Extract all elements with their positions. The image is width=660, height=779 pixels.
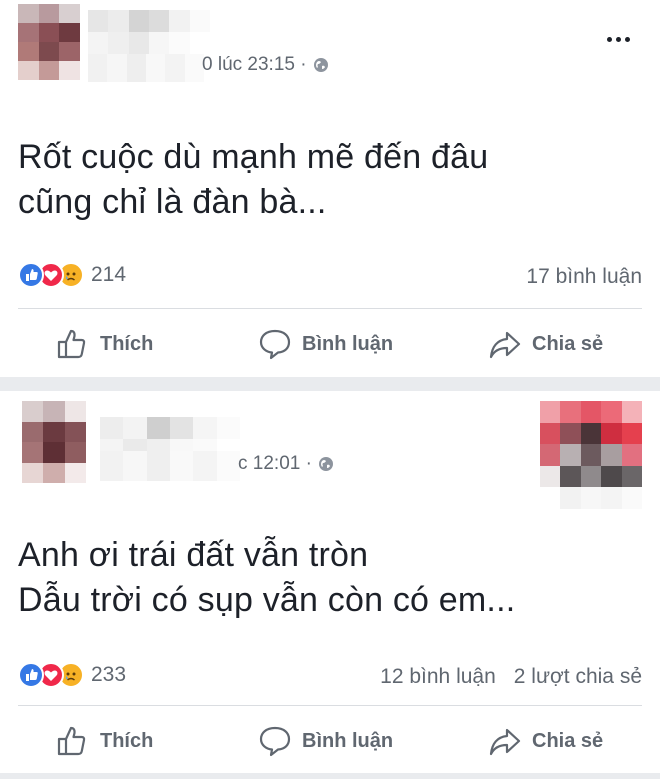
post-actions: Thích Bình luận Chia sẻ <box>0 324 660 364</box>
speech-bubble-icon <box>259 726 291 757</box>
post-text-line: Anh ơi trái đất vẫn tròn <box>18 536 369 574</box>
reaction-summary[interactable]: 214 <box>18 262 126 288</box>
comment-button[interactable]: Bình luận <box>258 324 393 364</box>
like-label: Thích <box>100 332 154 355</box>
avatar[interactable] <box>22 401 86 483</box>
timestamp-text: 0 lúc 23:15 · <box>202 54 307 75</box>
post-text-line: Dẫu trời có sụp vẫn còn có em... <box>18 581 516 619</box>
blurred-date <box>88 54 204 82</box>
divider <box>18 308 642 309</box>
reaction-count: 214 <box>91 263 127 286</box>
like-button[interactable]: Thích <box>56 324 153 364</box>
share-arrow-icon <box>489 728 521 756</box>
reaction-summary[interactable]: 233 <box>18 662 126 688</box>
globe-icon <box>313 58 328 72</box>
post-timestamp[interactable]: 0 lúc 23:15 · <box>202 54 329 76</box>
feed-separator <box>0 773 660 779</box>
post-text: Anh ơi trái đất vẫn tròn Dẫu trời có sụp… <box>18 533 515 623</box>
blurred-date <box>100 451 240 481</box>
avatar[interactable] <box>18 4 80 80</box>
share-count-link[interactable]: 2 lượt chia sẻ <box>514 665 642 689</box>
thumbs-up-icon <box>57 726 86 756</box>
share-arrow-icon <box>489 331 521 359</box>
comment-count-link[interactable]: 12 bình luận <box>380 665 496 689</box>
like-button[interactable]: Thích <box>56 721 153 761</box>
feed-post: c 12:01 · Anh ơi trái đất vẫn tròn Dẫu t… <box>0 391 660 779</box>
share-button[interactable]: Chia sẻ <box>488 324 603 364</box>
post-timestamp[interactable]: c 12:01 · <box>238 453 334 475</box>
reaction-count: 233 <box>91 663 127 686</box>
comment-label: Bình luận <box>302 729 394 752</box>
like-reaction-icon <box>18 662 44 688</box>
feed-post: 0 lúc 23:15 · Rốt cuộc dù mạnh mẽ đến đâ… <box>0 0 660 377</box>
share-label: Chia sẻ <box>532 729 604 752</box>
post-text-line: cũng chỉ là đàn bà... <box>18 183 327 221</box>
like-reaction-icon <box>18 262 44 288</box>
comment-button[interactable]: Bình luận <box>258 721 393 761</box>
divider <box>18 705 642 706</box>
comment-label: Bình luận <box>302 332 394 355</box>
more-options-icon[interactable] <box>607 37 630 42</box>
feed-separator <box>0 377 660 391</box>
attached-image-thumbnail[interactable] <box>540 401 642 509</box>
speech-bubble-icon <box>259 329 291 360</box>
post-stats: 12 bình luận 2 lượt chia sẻ <box>380 665 642 689</box>
author-name[interactable] <box>88 10 210 54</box>
share-button[interactable]: Chia sẻ <box>488 721 603 761</box>
post-actions: Thích Bình luận Chia sẻ <box>0 721 660 761</box>
post-text: Rốt cuộc dù mạnh mẽ đến đâu cũng chỉ là … <box>18 135 488 225</box>
share-label: Chia sẻ <box>532 332 604 355</box>
timestamp-text: c 12:01 · <box>238 453 312 474</box>
post-text-line: Rốt cuộc dù mạnh mẽ đến đâu <box>18 138 489 176</box>
thumbs-up-icon <box>57 329 86 359</box>
globe-icon <box>318 457 333 471</box>
comment-count-link[interactable]: 17 bình luận <box>526 265 642 289</box>
like-label: Thích <box>100 729 154 752</box>
post-stats: 17 bình luận <box>526 265 642 289</box>
